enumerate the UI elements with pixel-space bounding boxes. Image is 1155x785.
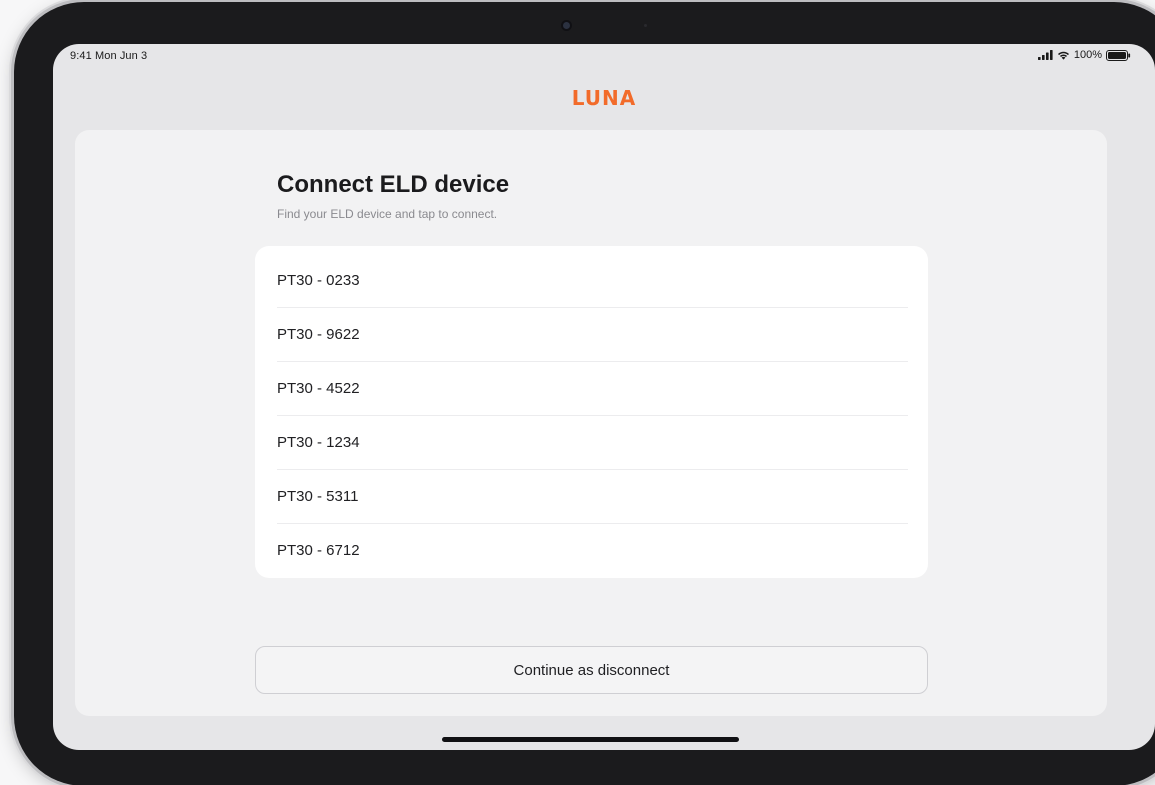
status-indicators: 100% (1037, 49, 1131, 61)
device-list-item[interactable]: PT30 - 6712 (277, 524, 908, 577)
page-title: Connect ELD device (277, 171, 510, 198)
battery-icon (1106, 49, 1131, 61)
device-list-item[interactable]: PT30 - 0233 (277, 254, 908, 308)
device-list-item[interactable]: PT30 - 9622 (277, 308, 908, 362)
home-indicator (442, 737, 739, 742)
cellular-signal-icon (1037, 50, 1053, 60)
app-header: LUNA (53, 86, 1155, 110)
status-time: 9:41 Mon Jun 3 (70, 50, 148, 62)
battery-percent: 100% (1073, 49, 1102, 61)
continue-disconnected-button[interactable]: Continue as disconnect (255, 646, 928, 694)
page-subtitle: Find your ELD device and tap to connect. (277, 207, 498, 221)
device-list-item[interactable]: PT30 - 1234 (277, 416, 908, 470)
luna-logo: LUNA (571, 86, 637, 110)
front-camera (563, 22, 570, 29)
status-bar: 9:41 Mon Jun 3 100% (53, 44, 1155, 68)
connect-card: Connect ELD device Find your ELD device … (75, 130, 1107, 716)
device-list-item[interactable]: PT30 - 5311 (277, 470, 908, 524)
ambient-sensor (644, 24, 647, 27)
device-list: PT30 - 0233 PT30 - 9622 PT30 - 4522 PT30… (255, 246, 928, 578)
page-background: 9:41 Mon Jun 3 100% LUNA Connect ELD dev… (0, 0, 1155, 785)
wifi-icon (1057, 50, 1070, 60)
tablet-screen: 9:41 Mon Jun 3 100% LUNA Connect ELD dev… (53, 44, 1155, 750)
device-list-item[interactable]: PT30 - 4522 (277, 362, 908, 416)
